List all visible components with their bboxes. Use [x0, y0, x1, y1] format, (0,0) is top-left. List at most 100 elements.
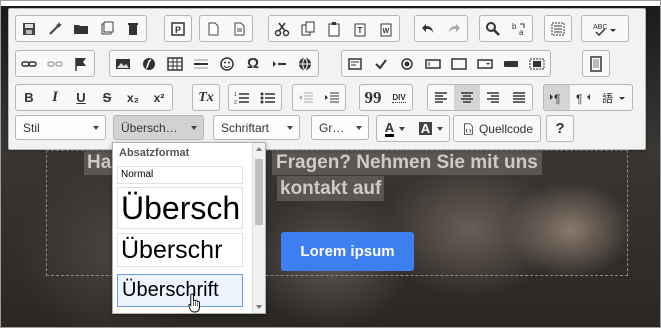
- undo-icon[interactable]: [415, 16, 441, 41]
- checkbox-icon[interactable]: [368, 51, 394, 76]
- spellcheck-icon[interactable]: ABC: [582, 16, 628, 41]
- radio-icon[interactable]: [394, 51, 420, 76]
- format-option-h2[interactable]: Überschr: [117, 233, 243, 267]
- svg-text:¶: ¶: [554, 92, 560, 106]
- outdent-icon[interactable]: [293, 85, 319, 110]
- remove-format-button[interactable]: Tx: [193, 85, 219, 110]
- italic-button[interactable]: I: [42, 85, 68, 110]
- font-select-label: Schriftart: [221, 120, 270, 135]
- superscript-button[interactable]: x²: [146, 85, 172, 110]
- paste-icon[interactable]: [321, 16, 347, 41]
- image-icon[interactable]: [110, 51, 136, 76]
- find-group: ba: [479, 15, 533, 42]
- scroll-up-icon[interactable]: [256, 147, 262, 151]
- svg-text:ABC: ABC: [593, 24, 607, 31]
- indent-icon[interactable]: [319, 85, 345, 110]
- copy-template-icon[interactable]: [94, 16, 120, 41]
- document-icon[interactable]: [226, 16, 252, 41]
- bold-button[interactable]: B: [16, 85, 42, 110]
- format-option-normal[interactable]: Normal: [117, 166, 243, 184]
- div-button[interactable]: DIV: [386, 85, 412, 110]
- underline-button[interactable]: U: [68, 85, 94, 110]
- bulleted-list-icon[interactable]: [255, 85, 281, 110]
- textarea-icon[interactable]: [446, 51, 472, 76]
- new-page-icon[interactable]: [200, 16, 226, 41]
- table-icon[interactable]: [162, 51, 188, 76]
- subscript-button[interactable]: x₂: [120, 85, 146, 110]
- cta-button[interactable]: Lorem ipsum: [281, 232, 414, 271]
- hero-heading-part1[interactable]: Ha: [84, 150, 115, 175]
- magic-wand-icon[interactable]: [42, 16, 68, 41]
- svg-text:語: 語: [602, 91, 613, 105]
- cut-icon[interactable]: [269, 16, 295, 41]
- button-icon[interactable]: [498, 51, 524, 76]
- align-left-icon[interactable]: [428, 85, 454, 110]
- spellcheck-group: ABC: [581, 15, 629, 42]
- source-button[interactable]: Quellcode: [454, 116, 540, 141]
- copy-icon[interactable]: [295, 16, 321, 41]
- bg-color-button[interactable]: A: [413, 116, 449, 141]
- dropdown-title: Absatzformat: [119, 147, 190, 159]
- folder-icon[interactable]: [68, 16, 94, 41]
- chevron-down-icon: [399, 126, 406, 131]
- svg-text:T: T: [358, 26, 363, 35]
- flash-icon[interactable]: [136, 51, 162, 76]
- textfield-icon[interactable]: [420, 51, 446, 76]
- hidden-field-icon[interactable]: [583, 51, 609, 76]
- language-icon[interactable]: 語: [596, 85, 632, 110]
- omega-icon[interactable]: Ω: [240, 51, 266, 76]
- form-icon[interactable]: [342, 51, 368, 76]
- svg-text:W: W: [383, 28, 390, 35]
- dropdown-scrollbar[interactable]: [252, 143, 265, 313]
- trash-icon[interactable]: [120, 16, 146, 41]
- scroll-down-icon[interactable]: [256, 305, 262, 309]
- select-all-icon[interactable]: [545, 16, 571, 41]
- remove-format-group: Tx: [192, 84, 220, 111]
- svg-text:¶: ¶: [576, 92, 582, 106]
- numbered-list-icon[interactable]: 12: [229, 85, 255, 110]
- block-group: 99 DIV: [359, 84, 413, 111]
- format-option-h3[interactable]: Überschrift: [117, 274, 243, 307]
- hero-heading-line2[interactable]: kontakt auf: [277, 176, 385, 201]
- ltr-icon[interactable]: ¶: [544, 85, 570, 110]
- source-group: Quellcode: [453, 115, 541, 142]
- paste-word-icon[interactable]: W: [373, 16, 399, 41]
- link-group: [15, 50, 95, 77]
- align-justify-icon[interactable]: [506, 85, 532, 110]
- page-break-icon[interactable]: [266, 51, 292, 76]
- page-top-strip: [0, 0, 661, 6]
- format-select[interactable]: Übersch…: [113, 115, 204, 140]
- preview-icon[interactable]: P: [165, 16, 191, 41]
- paste-text-icon[interactable]: T: [347, 16, 373, 41]
- font-select[interactable]: Schriftart: [213, 115, 300, 140]
- strike-button[interactable]: S: [94, 85, 120, 110]
- format-dropdown: Absatzformat Normal Übersch Überschr Übe…: [112, 142, 266, 314]
- help-button[interactable]: ?: [547, 116, 573, 141]
- find-icon[interactable]: [480, 16, 506, 41]
- iframe-icon[interactable]: [292, 51, 318, 76]
- text-color-button[interactable]: A: [377, 116, 413, 141]
- align-center-icon[interactable]: [454, 85, 480, 110]
- image-button-icon[interactable]: [524, 51, 550, 76]
- replace-icon[interactable]: ba: [506, 16, 532, 41]
- redo-icon[interactable]: [441, 16, 467, 41]
- size-select[interactable]: Gr…: [311, 115, 369, 140]
- align-right-icon[interactable]: [480, 85, 506, 110]
- unlink-icon[interactable]: [42, 51, 68, 76]
- hidden-field-group: [582, 50, 610, 77]
- anchor-flag-icon[interactable]: [68, 51, 94, 76]
- style-select[interactable]: Stil: [15, 115, 106, 140]
- rtl-icon[interactable]: ¶: [570, 85, 596, 110]
- svg-text:a: a: [519, 28, 524, 37]
- scrollbar-thumb[interactable]: [255, 159, 263, 225]
- save-icon[interactable]: [16, 16, 42, 41]
- insert-group: Ω: [109, 50, 319, 77]
- horizontal-rule-icon[interactable]: [188, 51, 214, 76]
- hero-heading-line1[interactable]: Fragen? Nehmen Sie mit uns: [272, 150, 542, 175]
- format-option-h1[interactable]: Übersch: [117, 187, 243, 229]
- blockquote-button[interactable]: 99: [360, 85, 386, 110]
- color-group: A A: [376, 115, 450, 142]
- link-icon[interactable]: [16, 51, 42, 76]
- select-icon[interactable]: [472, 51, 498, 76]
- smiley-icon[interactable]: [214, 51, 240, 76]
